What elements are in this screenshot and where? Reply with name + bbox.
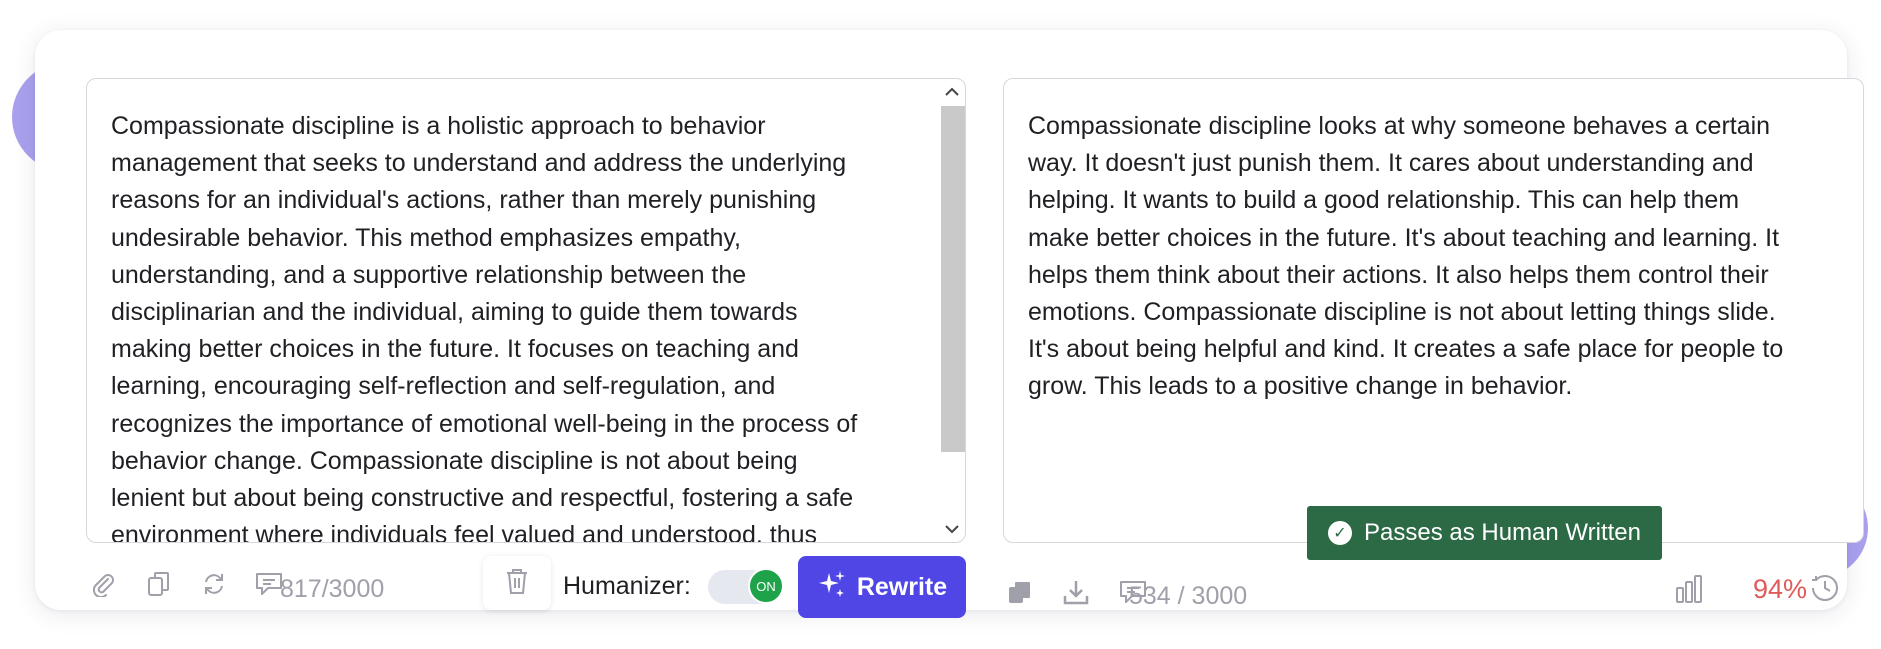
input-textarea[interactable]: Compassionate discipline is a holistic a… <box>86 78 966 543</box>
check-circle-icon: ✓ <box>1328 521 1352 545</box>
rewrite-label: Rewrite <box>856 572 948 601</box>
trash-icon <box>504 566 530 601</box>
scroll-down-icon[interactable] <box>938 517 966 541</box>
rewriter-card: Compassionate discipline is a holistic a… <box>35 30 1864 618</box>
scroll-thumb[interactable] <box>941 106 965 452</box>
refresh-icon[interactable] <box>198 568 230 600</box>
input-scrollbar[interactable] <box>938 78 966 543</box>
input-text[interactable]: Compassionate discipline is a holistic a… <box>111 108 951 542</box>
attach-icon[interactable] <box>87 568 119 600</box>
clear-button[interactable] <box>483 556 551 610</box>
scroll-up-icon[interactable] <box>938 80 966 104</box>
output-textarea[interactable]: Compassionate discipline looks at why so… <box>1003 78 1864 543</box>
output-text[interactable]: Compassionate discipline looks at why so… <box>1028 108 1848 406</box>
sparkle-icon <box>817 569 847 606</box>
bar-chart-icon[interactable] <box>1673 573 1705 605</box>
toggle-knob: ON <box>748 568 784 604</box>
humanizer-toggle[interactable]: ON <box>708 568 784 604</box>
download-icon[interactable] <box>1060 576 1092 608</box>
input-char-counter: 817/3000 <box>280 575 385 603</box>
rewrite-button[interactable]: Rewrite <box>798 556 966 618</box>
copy-icon[interactable] <box>143 568 175 600</box>
human-score: 94% <box>1753 574 1808 604</box>
copy-icon[interactable] <box>1004 576 1036 608</box>
badge-label: Passes as Human Written <box>1364 519 1641 546</box>
output-char-counter: 534 / 3000 <box>1129 582 1248 610</box>
history-icon[interactable] <box>1809 572 1841 604</box>
human-written-badge: ✓ Passes as Human Written <box>1307 506 1662 560</box>
app-root: Compassionate discipline is a holistic a… <box>0 0 1881 649</box>
humanizer-label: Humanizer: <box>563 572 691 600</box>
